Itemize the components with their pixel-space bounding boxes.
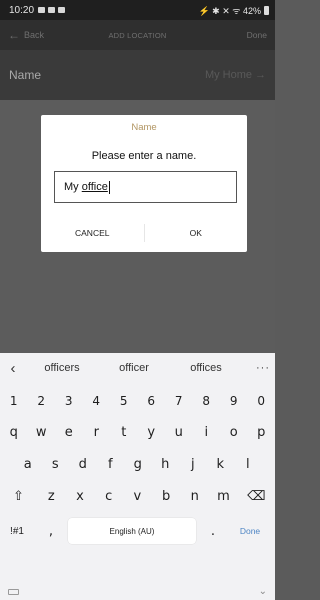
dialog-actions: CANCEL OK bbox=[41, 222, 247, 252]
key[interactable]: f bbox=[97, 449, 125, 479]
back-arrow-icon: ← bbox=[8, 28, 20, 42]
key[interactable]: 9 bbox=[220, 386, 248, 415]
cancel-button[interactable]: CANCEL bbox=[41, 222, 144, 252]
key[interactable]: g bbox=[124, 449, 152, 479]
key[interactable]: 7 bbox=[165, 386, 193, 415]
key[interactable]: q bbox=[0, 417, 28, 447]
symbols-key[interactable]: !#1 bbox=[0, 513, 34, 549]
key[interactable]: u bbox=[165, 417, 193, 447]
key[interactable]: o bbox=[220, 417, 248, 447]
key[interactable]: i bbox=[193, 417, 221, 447]
key[interactable]: h bbox=[152, 449, 180, 479]
chevron-right-icon: → bbox=[255, 69, 266, 81]
status-icons-text: ⚡ ✱ ✕ ᯤ 42% bbox=[198, 5, 261, 16]
name-row[interactable]: Name My Home → bbox=[0, 50, 275, 100]
key[interactable]: a bbox=[14, 449, 42, 479]
period-key[interactable]: . bbox=[196, 513, 230, 549]
space-key[interactable]: English (AU) bbox=[68, 518, 196, 544]
key[interactable]: j bbox=[179, 449, 207, 479]
key[interactable]: l bbox=[234, 449, 262, 479]
chevron-left-icon[interactable]: ‹ bbox=[0, 360, 26, 377]
shift-icon[interactable]: ⇧ bbox=[0, 480, 37, 512]
key[interactable]: e bbox=[55, 417, 83, 447]
key[interactable]: s bbox=[42, 449, 70, 479]
status-time: 10:20 bbox=[9, 4, 35, 16]
suggestion-bar: ‹ officers officer offices ··· bbox=[0, 353, 275, 383]
key[interactable]: 5 bbox=[110, 386, 138, 415]
letter-group: z x c v b n m bbox=[37, 480, 238, 512]
key[interactable]: m bbox=[209, 480, 238, 512]
dialog-title: Name bbox=[131, 122, 157, 133]
name-dialog: Name Please enter a name. My office CANC… bbox=[41, 115, 247, 252]
key[interactable]: x bbox=[66, 480, 95, 512]
back-label: Back bbox=[24, 30, 45, 40]
input-text-composing: office bbox=[81, 181, 108, 193]
input-text-prefix: My bbox=[64, 181, 82, 193]
key[interactable]: p bbox=[248, 417, 276, 447]
gallery-notification-icon bbox=[38, 7, 46, 13]
key[interactable]: r bbox=[83, 417, 111, 447]
app-bar: ← Back ADD LOCATION Done bbox=[0, 20, 275, 50]
app-notification-icon bbox=[58, 7, 66, 13]
keyboard: ‹ officers officer offices ··· 1 2 3 4 5… bbox=[0, 353, 275, 600]
letter-row-a: a s d f g h j k l bbox=[14, 449, 262, 479]
key[interactable]: 0 bbox=[248, 386, 276, 415]
page-title: ADD LOCATION bbox=[108, 30, 167, 40]
key[interactable]: 3 bbox=[55, 386, 83, 415]
battery-icon bbox=[264, 5, 269, 15]
name-label: Name bbox=[9, 68, 42, 82]
key[interactable]: n bbox=[180, 480, 209, 512]
ok-button[interactable]: OK bbox=[145, 222, 248, 252]
text-cursor bbox=[108, 180, 110, 194]
name-value: My Home bbox=[204, 69, 252, 81]
more-options-icon[interactable]: ··· bbox=[251, 362, 275, 374]
done-key[interactable]: Done bbox=[230, 513, 270, 549]
status-bar: 10:20 ⚡ ✱ ✕ ᯤ 42% bbox=[0, 0, 275, 20]
comma-key[interactable]: , bbox=[34, 513, 68, 549]
suggestion-word[interactable]: offices bbox=[170, 362, 242, 374]
key[interactable]: 6 bbox=[138, 386, 166, 415]
key[interactable]: w bbox=[28, 417, 56, 447]
dialog-message: Please enter a name. bbox=[91, 150, 197, 162]
number-row: 1 2 3 4 5 6 7 8 9 0 bbox=[0, 386, 275, 415]
keyboard-footer: ⌄ bbox=[0, 583, 275, 600]
status-indicators: ⚡ ✱ ✕ ᯤ 42% bbox=[198, 4, 269, 17]
key[interactable]: 8 bbox=[193, 386, 221, 415]
key[interactable]: z bbox=[37, 480, 66, 512]
suggestion-word[interactable]: officer bbox=[98, 362, 170, 374]
chevron-down-icon[interactable]: ⌄ bbox=[259, 586, 267, 597]
messenger-notification-icon bbox=[48, 7, 56, 13]
keyboard-icon[interactable] bbox=[8, 588, 19, 595]
key[interactable]: 2 bbox=[28, 386, 56, 415]
key[interactable]: k bbox=[207, 449, 235, 479]
key[interactable]: 4 bbox=[83, 386, 111, 415]
name-value-group: My Home → bbox=[205, 69, 266, 81]
key[interactable]: y bbox=[138, 417, 166, 447]
backspace-icon[interactable]: ⌫ bbox=[238, 480, 275, 512]
key[interactable]: v bbox=[123, 480, 152, 512]
bottom-row: !#1 , English (AU) . Done bbox=[0, 513, 275, 549]
name-input[interactable]: My office bbox=[54, 171, 237, 203]
key[interactable]: t bbox=[110, 417, 138, 447]
back-button[interactable]: ← Back bbox=[0, 28, 80, 42]
key[interactable]: b bbox=[152, 480, 181, 512]
letter-row-q: q w e r t y u i o p bbox=[0, 417, 275, 447]
key[interactable]: c bbox=[94, 480, 123, 512]
suggestion-word[interactable]: officers bbox=[26, 362, 98, 374]
done-button[interactable]: Done bbox=[195, 30, 275, 40]
key[interactable]: 1 bbox=[0, 386, 28, 415]
key[interactable]: d bbox=[69, 449, 97, 479]
letter-row-z: ⇧ z x c v b n m ⌫ bbox=[0, 480, 275, 512]
